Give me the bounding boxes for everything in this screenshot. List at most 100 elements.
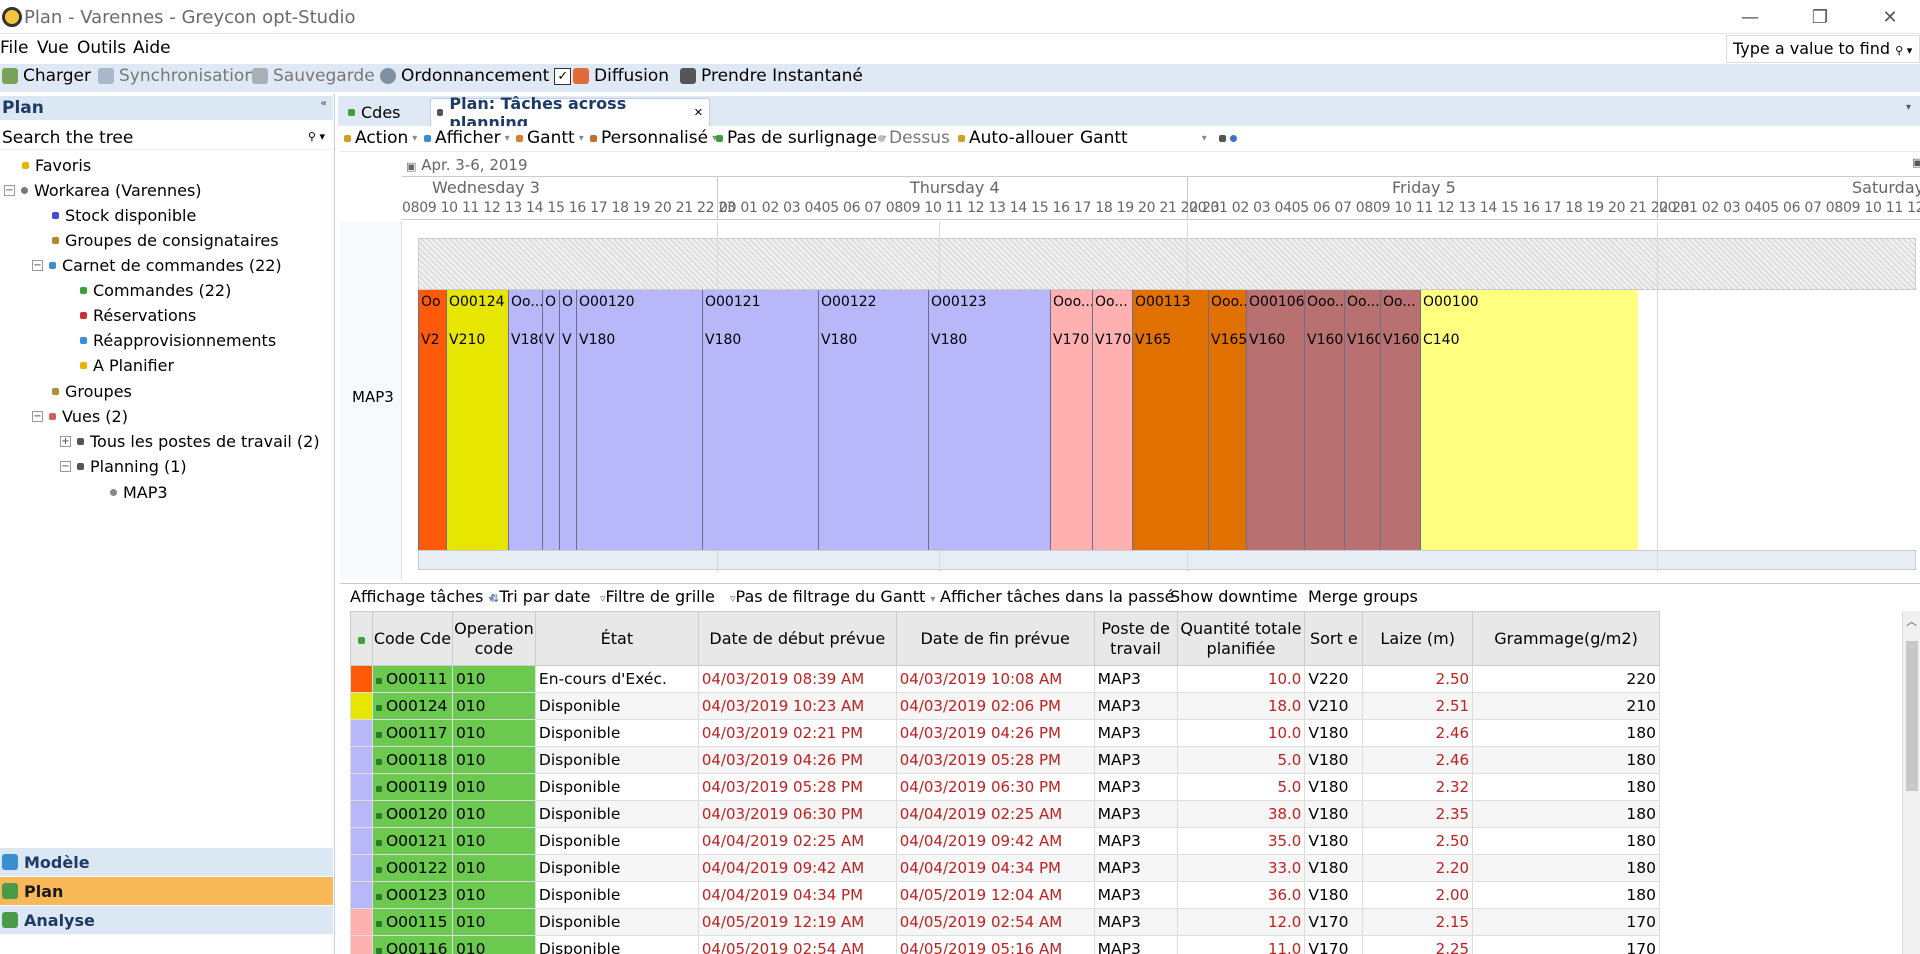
col-date-debut[interactable]: Date de début prévue <box>697 611 897 666</box>
cell-code-cde[interactable]: O00120 <box>371 800 453 828</box>
cell-quantite[interactable]: 18.0 <box>1176 692 1306 720</box>
gantt-task-bar[interactable]: O00113 V165 <box>1132 290 1208 550</box>
cell-grammage[interactable]: 180 <box>1472 827 1660 855</box>
close-button[interactable]: ✕ <box>1860 0 1920 34</box>
cell-etat[interactable]: Disponible <box>534 881 699 909</box>
menu-vue[interactable]: Vue <box>37 38 69 58</box>
expand-icon[interactable]: ▣ <box>1912 156 1920 169</box>
col-date-fin[interactable]: Date de fin prévue <box>895 611 1095 666</box>
row-selector-header[interactable] <box>350 611 373 666</box>
merge-groups-button[interactable]: Merge groups <box>1308 587 1418 606</box>
cell-etat[interactable]: En-cours d'Exéc. <box>534 665 699 693</box>
cell-grammage[interactable]: 220 <box>1472 665 1660 693</box>
gantt-task-bar[interactable]: Ooo... V170 <box>1050 290 1092 550</box>
cell-laize[interactable]: 2.50 <box>1362 827 1474 855</box>
cell-code-cde[interactable]: O00118 <box>371 746 453 774</box>
gantt-task-bar[interactable]: O00124 V210 <box>446 290 508 550</box>
col-etat[interactable]: État <box>534 611 699 666</box>
cell-code-cde[interactable]: O00111 <box>371 665 453 693</box>
cell-laize[interactable]: 2.50 <box>1362 665 1474 693</box>
cell-sorte[interactable]: V180 <box>1304 827 1364 855</box>
personnalise-menu[interactable]: Personnalisé ▾ <box>590 128 717 148</box>
tree-item-workarea[interactable]: − Workarea (Varennes) <box>4 179 202 201</box>
cell-date-fin[interactable]: 04/03/2019 04:26 PM <box>895 719 1095 747</box>
col-grammage[interactable]: Grammage(g/m2) <box>1472 611 1660 666</box>
grid-vscroll[interactable]: ︿ <box>1902 611 1920 954</box>
table-row[interactable]: O00123 010 Disponible 04/04/2019 04:34 PM 04… <box>350 881 1660 909</box>
row-color-marker[interactable] <box>350 665 373 693</box>
tab-menu-icon[interactable]: ▾ <box>1906 102 1911 113</box>
cell-grammage[interactable]: 180 <box>1472 773 1660 801</box>
tree-item-commandes[interactable]: Commandes (22) <box>80 279 231 301</box>
cell-sorte[interactable]: V180 <box>1304 854 1364 882</box>
cell-quantite[interactable]: 38.0 <box>1176 800 1306 828</box>
tree-item-planning[interactable]: − Planning (1) <box>60 455 187 477</box>
cell-etat[interactable]: Disponible <box>534 854 699 882</box>
table-row[interactable]: O00117 010 Disponible 04/03/2019 02:21 PM 04… <box>350 719 1660 747</box>
collapse-toggle-icon[interactable]: − <box>60 460 71 472</box>
gantt-task-bar[interactable]: Oo... V160 <box>1344 290 1380 550</box>
nav-modele[interactable]: Modèle <box>0 848 333 876</box>
cell-laize[interactable]: 2.25 <box>1362 935 1474 954</box>
gantt-task-bar[interactable]: O00123 V180 <box>928 290 1050 550</box>
auto-allouer-button[interactable]: Auto-allouer <box>958 128 1073 148</box>
find-input[interactable]: Type a value to find ⚲ ▾ <box>1726 35 1920 63</box>
tree-item-vues[interactable]: − Vues (2) <box>32 405 128 427</box>
cell-date-fin[interactable]: 04/04/2019 09:42 AM <box>895 827 1095 855</box>
cell-laize[interactable]: 2.46 <box>1362 746 1474 774</box>
cell-laize[interactable]: 2.20 <box>1362 854 1474 882</box>
collapse-toggle-icon[interactable]: − <box>4 184 15 196</box>
cell-etat[interactable]: Disponible <box>534 719 699 747</box>
expand-toggle-icon[interactable]: + <box>60 435 71 447</box>
table-row[interactable]: O00111 010 En-cours d'Exéc. 04/03/2019 08:3… <box>350 665 1660 693</box>
cell-date-debut[interactable]: 04/05/2019 12:19 AM <box>697 908 897 936</box>
tree-item-reservations[interactable]: Réservations <box>80 304 196 326</box>
cell-laize[interactable]: 2.00 <box>1362 881 1474 909</box>
cell-laize[interactable]: 2.32 <box>1362 773 1474 801</box>
snapshot-button[interactable]: Prendre Instantané <box>680 66 863 86</box>
tab-plan-taches[interactable]: Plan: Tâches across planning ✕ <box>430 94 710 132</box>
col-operation-code[interactable]: Operation code <box>451 611 536 666</box>
collapse-toggle-icon[interactable]: − <box>32 410 43 422</box>
surlignage-menu[interactable]: Pas de surlignage▾ <box>716 128 886 148</box>
tree-item-favoris[interactable]: Favoris <box>22 154 91 176</box>
cell-operation-code[interactable]: 010 <box>451 881 536 909</box>
cell-etat[interactable]: Disponible <box>534 692 699 720</box>
show-downtime-button[interactable]: Show downtime <box>1170 587 1298 606</box>
cell-etat[interactable]: Disponible <box>534 908 699 936</box>
cell-date-debut[interactable]: 04/03/2019 08:39 AM <box>697 665 897 693</box>
cell-poste[interactable]: MAP3 <box>1093 665 1178 693</box>
cell-date-fin[interactable]: 04/05/2019 02:54 AM <box>895 908 1095 936</box>
col-quantite[interactable]: Quantité totale planifiée <box>1176 611 1306 666</box>
cell-grammage[interactable]: 180 <box>1472 854 1660 882</box>
nav-analyse[interactable]: Analyse <box>0 906 333 934</box>
gantt-task-bar[interactable]: O00122 V180 <box>818 290 928 550</box>
cell-date-debut[interactable]: 04/04/2019 09:42 AM <box>697 854 897 882</box>
tree-item-groupes[interactable]: Groupes <box>52 380 132 402</box>
cell-code-cde[interactable]: O00122 <box>371 854 453 882</box>
cell-quantite[interactable]: 5.0 <box>1176 773 1306 801</box>
cell-grammage[interactable]: 170 <box>1472 908 1660 936</box>
col-laize[interactable]: Laize (m) <box>1362 611 1474 666</box>
gantt-task-bar[interactable]: Oo... V180 <box>508 290 542 550</box>
cell-sorte[interactable]: V180 <box>1304 773 1364 801</box>
cell-poste[interactable]: MAP3 <box>1093 908 1178 936</box>
cell-sorte[interactable]: V170 <box>1304 908 1364 936</box>
cell-operation-code[interactable]: 010 <box>451 800 536 828</box>
tree-item-carnet[interactable]: − Carnet de commandes (22) <box>32 254 282 276</box>
cell-date-debut[interactable]: 04/03/2019 02:21 PM <box>697 719 897 747</box>
cell-poste[interactable]: MAP3 <box>1093 935 1178 954</box>
gantt-task-bar[interactable]: Ooo... V165 <box>1208 290 1246 550</box>
affichage-taches-menu[interactable]: Affichage tâches ▾ <box>350 587 494 606</box>
cell-operation-code[interactable]: 010 <box>451 665 536 693</box>
search-icon[interactable]: ⚲ ▾ <box>308 130 325 143</box>
cell-date-fin[interactable]: 04/03/2019 06:30 PM <box>895 773 1095 801</box>
cell-operation-code[interactable]: 010 <box>451 719 536 747</box>
cell-poste[interactable]: MAP3 <box>1093 692 1178 720</box>
cell-date-fin[interactable]: 04/05/2019 05:16 AM <box>895 935 1095 954</box>
cell-quantite[interactable]: 33.0 <box>1176 854 1306 882</box>
cell-poste[interactable]: MAP3 <box>1093 881 1178 909</box>
cell-laize[interactable]: 2.46 <box>1362 719 1474 747</box>
row-color-marker[interactable] <box>350 881 373 909</box>
scroll-up-icon[interactable]: ︿ <box>1906 613 1917 629</box>
